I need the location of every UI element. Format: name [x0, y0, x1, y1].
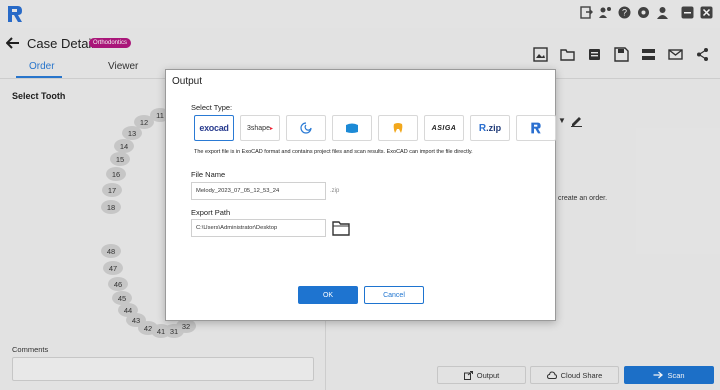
swirl-logo-icon — [300, 122, 312, 134]
export-type-selector: exocad 3shape ▸ ASIGA R .zip — [194, 115, 556, 141]
type-description: The export file is in ExoCAD format and … — [194, 149, 473, 155]
type-exocad[interactable]: exocad — [194, 115, 234, 141]
asiga-logo-icon: ASIGA — [431, 124, 457, 132]
tooth-logo-icon — [393, 123, 403, 133]
output-dialog: Output Select Type: exocad 3shape ▸ ASIGA… — [165, 69, 556, 321]
cube-logo-icon — [346, 123, 358, 133]
export-path-label: Export Path — [191, 208, 231, 217]
type-tooth[interactable] — [378, 115, 418, 141]
select-type-label: Select Type: — [191, 103, 233, 112]
exocad-logo-icon: exocad — [199, 123, 229, 133]
3shape-logo-icon: 3shape — [247, 124, 270, 132]
zip-r-icon: R — [478, 122, 487, 134]
type-cube[interactable] — [332, 115, 372, 141]
app-logo-icon — [531, 122, 541, 134]
ok-button[interactable]: OK — [298, 286, 358, 304]
export-path-input[interactable]: C:\Users\Administrator\Desktop — [191, 219, 326, 237]
type-swirl[interactable] — [286, 115, 326, 141]
file-extension: .zip — [330, 188, 340, 194]
cancel-button[interactable]: Cancel — [364, 286, 424, 304]
dialog-title: Output — [172, 76, 203, 87]
3shape-mark-icon: ▸ — [269, 125, 273, 132]
zip-logo-icon: .zip — [486, 123, 502, 133]
file-name-input[interactable]: Melody_2023_07_05_12_53_24 — [191, 182, 326, 200]
type-app[interactable] — [516, 115, 556, 141]
type-asiga[interactable]: ASIGA — [424, 115, 464, 141]
browse-folder-icon[interactable] — [332, 220, 350, 236]
type-3shape[interactable]: 3shape ▸ — [240, 115, 280, 141]
type-zip[interactable]: R .zip — [470, 115, 510, 141]
file-name-label: File Name — [191, 170, 226, 179]
